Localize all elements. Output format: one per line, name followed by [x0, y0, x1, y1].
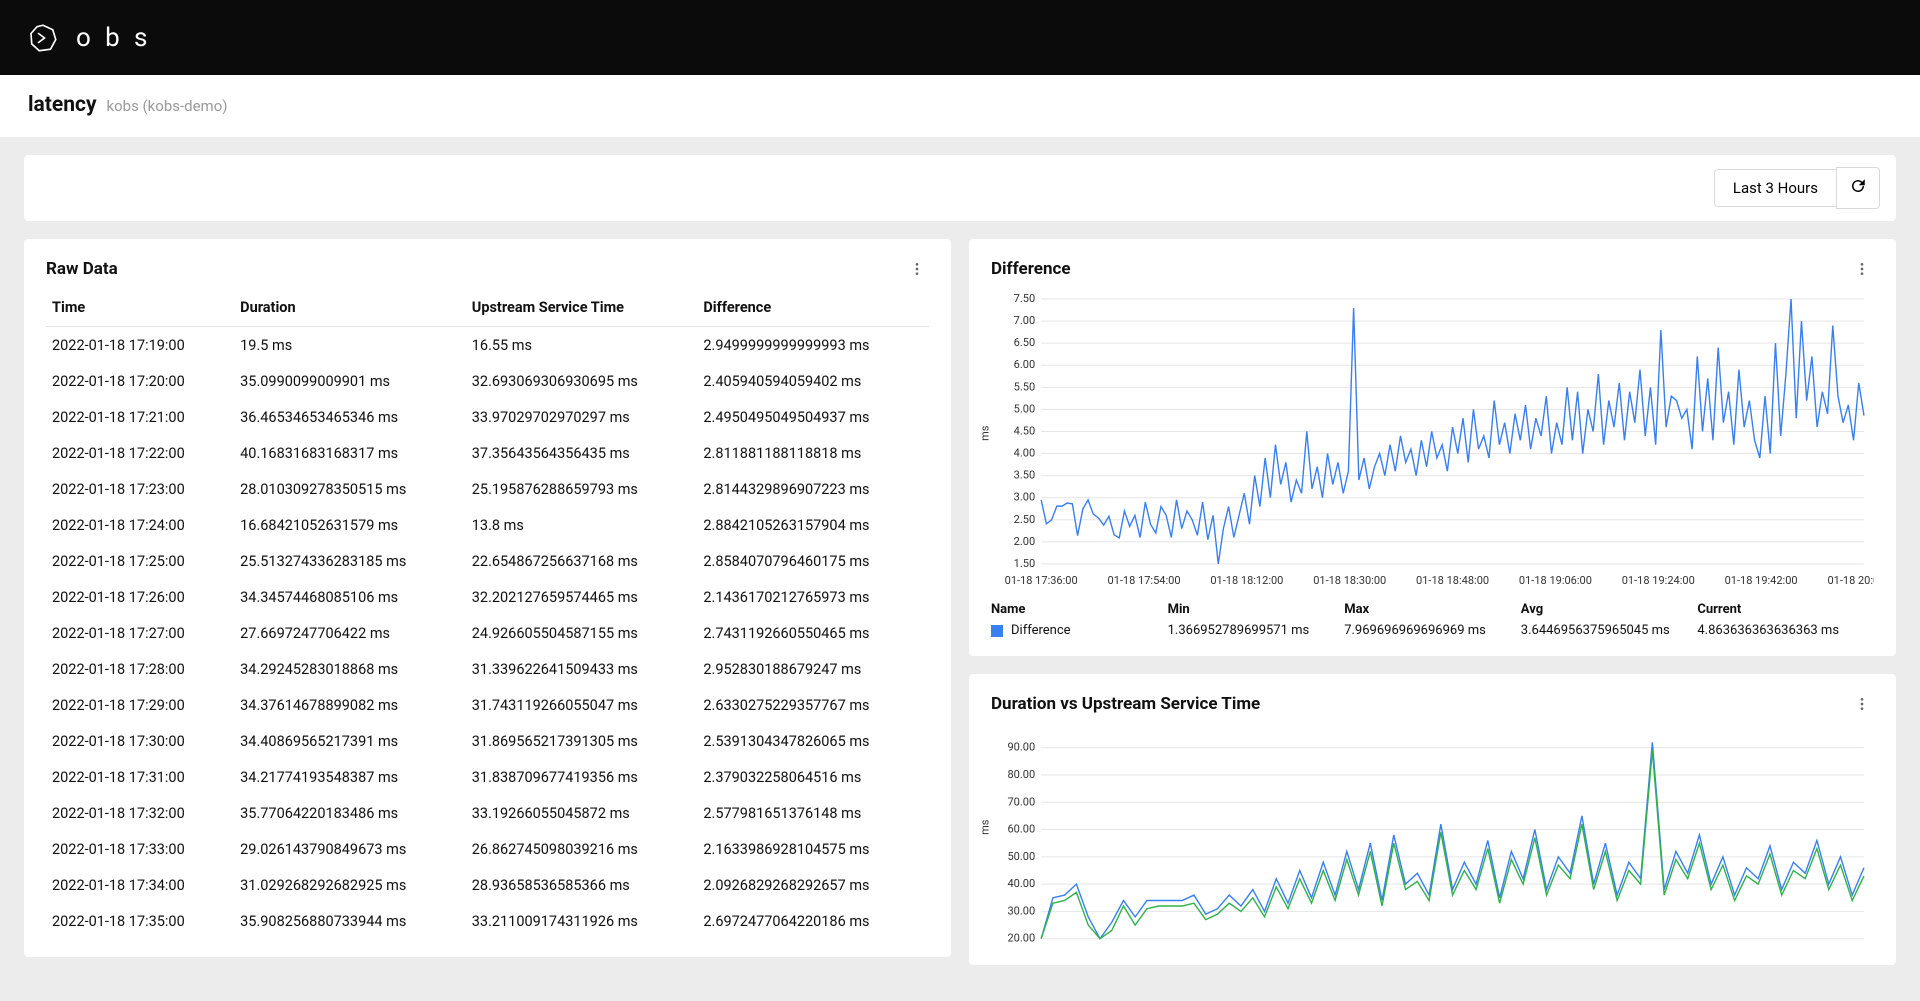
svg-text:4.50: 4.50	[1014, 424, 1035, 437]
refresh-icon	[1849, 177, 1867, 195]
svg-text:3.50: 3.50	[1014, 469, 1035, 482]
svg-text:20.00: 20.00	[1007, 932, 1035, 945]
table-row: 2022-01-18 17:34:0031.029268292682925 ms…	[46, 867, 929, 903]
svg-text:1.50: 1.50	[1014, 557, 1035, 570]
column-header: Difference	[697, 291, 929, 327]
column-header: Duration	[234, 291, 466, 327]
duration-chart: ms 20.0030.0040.0050.0060.0070.0080.0090…	[991, 726, 1874, 947]
page-subtitle: kobs (kobs-demo)	[107, 97, 228, 115]
svg-text:40.00: 40.00	[1007, 877, 1035, 890]
duration-chart-card: Duration vs Upstream Service Time ms 20.…	[969, 674, 1896, 965]
svg-text:01-18 19:24:00: 01-18 19:24:00	[1622, 574, 1695, 587]
duration-chart-menu-button[interactable]	[1850, 692, 1874, 716]
table-row: 2022-01-18 17:21:0036.46534653465346 ms3…	[46, 399, 929, 435]
table-row: 2022-01-18 17:33:0029.026143790849673 ms…	[46, 831, 929, 867]
difference-chart-menu-button[interactable]	[1850, 257, 1874, 281]
svg-text:01-18 18:48:00: 01-18 18:48:00	[1416, 574, 1489, 587]
kebab-icon	[909, 261, 925, 277]
svg-text:01-18 17:36:00: 01-18 17:36:00	[1005, 574, 1078, 587]
difference-chart: ms 1.502.002.503.003.504.004.505.005.506…	[991, 291, 1874, 592]
table-row: 2022-01-18 17:32:0035.77064220183486 ms3…	[46, 795, 929, 831]
svg-text:7.50: 7.50	[1014, 292, 1035, 305]
difference-chart-ylabel: ms	[979, 425, 992, 440]
svg-text:30.00: 30.00	[1007, 904, 1035, 917]
raw-data-title: Raw Data	[46, 259, 118, 279]
brand: obs	[28, 23, 162, 53]
column-header: Upstream Service Time	[466, 291, 698, 327]
svg-text:01-18 18:12:00: 01-18 18:12:00	[1210, 574, 1283, 587]
svg-text:5.50: 5.50	[1014, 380, 1035, 393]
svg-text:01-18 20:00:00: 01-18 20:00:00	[1827, 574, 1874, 587]
difference-chart-card: Difference ms 1.50 2.00 2.50 3.00 3.50 4.00 4.…	[969, 239, 1896, 656]
svg-text:01-18 19:42:00: 01-18 19:42:00	[1725, 574, 1798, 587]
svg-text:90.00: 90.00	[1007, 741, 1035, 754]
svg-text:01-18 18:30:00: 01-18 18:30:00	[1313, 574, 1386, 587]
difference-chart-legend: NameMinMaxAvgCurrentDifference1.36695278…	[991, 602, 1874, 638]
refresh-button[interactable]	[1836, 167, 1880, 209]
svg-text:01-18 19:06:00: 01-18 19:06:00	[1519, 574, 1592, 587]
legend-swatch-icon	[991, 625, 1003, 637]
table-row: 2022-01-18 17:25:0025.513274336283185 ms…	[46, 543, 929, 579]
table-row: 2022-01-18 17:23:0028.010309278350515 ms…	[46, 471, 929, 507]
page-header: latency kobs (kobs-demo)	[0, 75, 1920, 137]
legend-row: Difference1.366952789699571 ms7.96969696…	[991, 623, 1874, 638]
table-row: 2022-01-18 17:22:0040.16831683168317 ms3…	[46, 435, 929, 471]
table-row: 2022-01-18 17:35:0035.908256880733944 ms…	[46, 903, 929, 939]
svg-text:6.50: 6.50	[1014, 336, 1035, 349]
raw-data-card: Raw Data TimeDurationUpstream Service Ti…	[24, 239, 951, 957]
raw-data-menu-button[interactable]	[905, 257, 929, 281]
svg-text:3.00: 3.00	[1014, 491, 1035, 504]
svg-text:5.00: 5.00	[1014, 402, 1035, 415]
table-row: 2022-01-18 17:28:0034.29245283018868 ms3…	[46, 651, 929, 687]
table-row: 2022-01-18 17:31:0034.21774193548387 ms3…	[46, 759, 929, 795]
svg-text:4.00: 4.00	[1014, 447, 1035, 460]
kebab-icon	[1854, 261, 1870, 277]
svg-text:6.00: 6.00	[1014, 358, 1035, 371]
table-row: 2022-01-18 17:30:0034.40869565217391 ms3…	[46, 723, 929, 759]
table-row: 2022-01-18 17:27:0027.6697247706422 ms24…	[46, 615, 929, 651]
page-title: latency	[28, 93, 97, 117]
difference-chart-title: Difference	[991, 259, 1071, 279]
table-row: 2022-01-18 17:24:0016.68421052631579 ms1…	[46, 507, 929, 543]
svg-text:7.00: 7.00	[1014, 314, 1035, 327]
duration-chart-title: Duration vs Upstream Service Time	[991, 694, 1260, 714]
column-header: Time	[46, 291, 234, 327]
svg-text:2.00: 2.00	[1014, 535, 1035, 548]
topbar: obs	[0, 0, 1920, 75]
brand-name: obs	[76, 23, 162, 53]
svg-text:70.00: 70.00	[1007, 795, 1035, 808]
time-range-button[interactable]: Last 3 Hours	[1714, 169, 1836, 207]
svg-text:60.00: 60.00	[1007, 823, 1035, 836]
brand-logo-icon	[28, 23, 58, 53]
table-row: 2022-01-18 17:19:0019.5 ms16.55 ms2.9499…	[46, 327, 929, 364]
duration-chart-ylabel: ms	[979, 820, 992, 835]
table-row: 2022-01-18 17:26:0034.34574468085106 ms3…	[46, 579, 929, 615]
table-row: 2022-01-18 17:20:0035.0990099009901 ms32…	[46, 363, 929, 399]
svg-text:80.00: 80.00	[1007, 768, 1035, 781]
svg-text:01-18 17:54:00: 01-18 17:54:00	[1108, 574, 1181, 587]
kebab-icon	[1854, 696, 1870, 712]
raw-data-table: TimeDurationUpstream Service TimeDiffere…	[46, 291, 929, 939]
svg-text:50.00: 50.00	[1007, 850, 1035, 863]
svg-text:2.50: 2.50	[1014, 513, 1035, 526]
table-row: 2022-01-18 17:29:0034.37614678899082 ms3…	[46, 687, 929, 723]
toolbar: Last 3 Hours	[24, 155, 1896, 221]
